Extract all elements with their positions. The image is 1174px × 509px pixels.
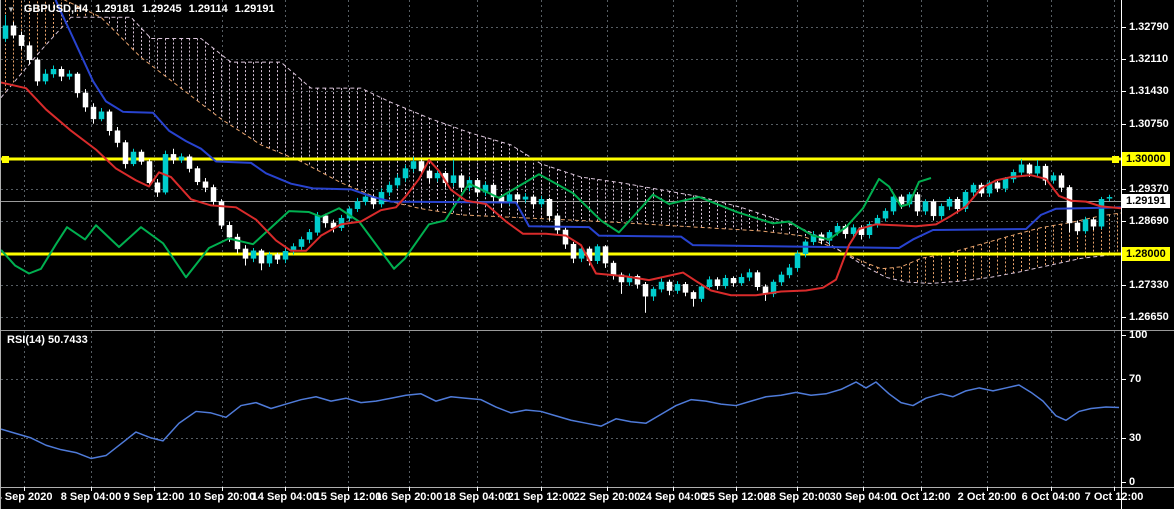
candle-bull — [162, 150, 169, 195]
time-axis-label: 2 Oct 20:00 — [957, 491, 1017, 503]
price-axis-label: 1.28690 — [1129, 215, 1169, 227]
rsi-axis-label: 30 — [1129, 432, 1142, 444]
chart-title: ▼ GBPUSD,H4 1.29181 1.29245 1.29114 1.29… — [7, 3, 275, 15]
chart-canvas[interactable] — [1, 0, 1174, 509]
time-axis-label: 24 Sep 04:00 — [639, 491, 707, 503]
low-value: 1.29114 — [188, 3, 228, 15]
time-axis-label: 28 Sep 20:00 — [763, 491, 831, 503]
candle-bull — [1098, 196, 1105, 230]
time-axis-label: 9 Sep 12:00 — [123, 491, 185, 503]
candle-bear — [218, 199, 225, 230]
chart-window: ▼ GBPUSD,H4 1.29181 1.29245 1.29114 1.29… — [0, 0, 1174, 509]
price-axis-label: 1.31430 — [1129, 85, 1169, 97]
time-axis-label: 30 Sep 04:00 — [829, 491, 897, 503]
price-axis-label: 1.30750 — [1129, 118, 1169, 130]
symbol-period-label: GBPUSD,H4 — [23, 3, 89, 15]
time-axis-label: 4 Sep 2020 — [0, 491, 53, 503]
price-axis-label: 1.27330 — [1129, 279, 1169, 291]
time-axis-label: 21 Sep 12:00 — [507, 491, 575, 503]
open-value: 1.29181 — [95, 3, 135, 15]
rsi-axis-label: 70 — [1129, 373, 1142, 385]
price-axis-label: 1.26650 — [1129, 311, 1169, 323]
time-axis-label: 16 Sep 20:00 — [375, 491, 443, 503]
price-axis-label: 1.32110 — [1129, 53, 1169, 65]
rsi-indicator-label: RSI(14) 50.7433 — [7, 334, 88, 346]
time-axis-label: 14 Sep 04:00 — [251, 491, 319, 503]
time-axis-label: 1 Oct 12:00 — [891, 491, 951, 503]
hline-endpoint-handle-right[interactable] — [1112, 156, 1119, 163]
hline-price-badge: 1.28000 — [1122, 247, 1170, 261]
time-axis-label: 22 Sep 20:00 — [573, 491, 641, 503]
triangle-down-icon: ▼ — [7, 4, 15, 14]
price-axis-label: 1.32790 — [1129, 21, 1169, 33]
rsi-axis-label: 100 — [1129, 329, 1148, 341]
time-axis-label: 15 Sep 12:00 — [314, 491, 382, 503]
time-axis-label: 7 Oct 12:00 — [1084, 491, 1144, 503]
time-axis-label: 25 Sep 12:00 — [702, 491, 770, 503]
hline-price-badge: 1.30000 — [1122, 152, 1170, 166]
time-axis-label: 6 Oct 04:00 — [1021, 491, 1081, 503]
rsi-axis-label: 0 — [1129, 476, 1136, 488]
current-price-badge: 1.29191 — [1122, 194, 1170, 208]
hline-endpoint-handle-left[interactable] — [2, 156, 9, 163]
high-value: 1.29245 — [141, 3, 182, 15]
close-value: 1.29191 — [234, 3, 275, 15]
time-axis-label: 10 Sep 20:00 — [188, 491, 256, 503]
time-axis-label: 18 Sep 04:00 — [443, 491, 511, 503]
time-axis-label: 8 Sep 04:00 — [60, 491, 122, 503]
